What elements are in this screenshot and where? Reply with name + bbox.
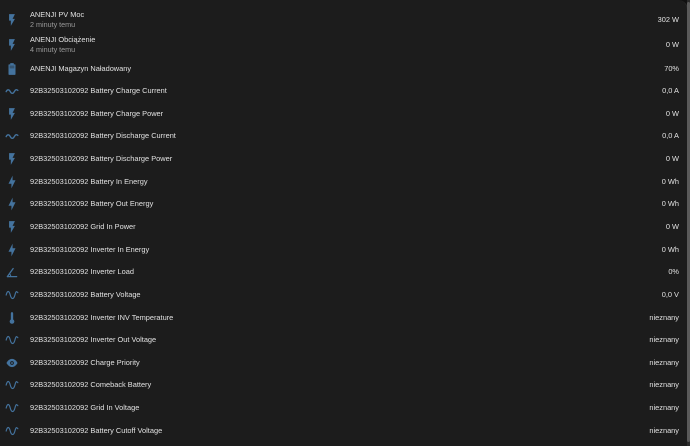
entity-name: 92B32503102092 Grid In Voltage (30, 403, 140, 412)
entity-row[interactable]: 92B32503102092 Inverter INV Temperature … (0, 307, 687, 329)
angle-acute-icon (5, 265, 19, 279)
sine-wave-icon (5, 401, 19, 415)
entity-state: 0,0 A (662, 86, 679, 95)
flash-icon (5, 13, 19, 27)
entity-row[interactable]: 92B32503102092 Grid In Power 0 W (0, 216, 687, 238)
entity-info: 92B32503102092 Inverter In Energy (30, 245, 149, 255)
entity-state: 302 W (657, 15, 679, 24)
entity-state: nieznany (649, 403, 679, 412)
entity-row[interactable]: 92B32503102092 Battery Out Energy 0 Wh (0, 193, 687, 215)
entity-name: 92B32503102092 Battery Voltage (30, 290, 141, 299)
entity-state: 0 W (665, 40, 679, 49)
entity-last-changed: 2 minuty temu (30, 20, 76, 29)
entity-name: 92B32503102092 Inverter In Energy (30, 245, 150, 254)
entity-info: 92B32503102092 Battery In Energy (30, 177, 148, 187)
sine-wave-icon (5, 378, 19, 392)
flash-icon (5, 220, 19, 234)
entity-row[interactable]: 92B32503102092 Battery Charge Power 0 W (0, 103, 687, 125)
entity-row[interactable]: 92B32503102092 Charge Priority nieznany (0, 352, 687, 374)
entity-name: 92B32503102092 Battery Cutoff Voltage (30, 426, 163, 435)
entity-name: 92B32503102092 Comeback Battery (30, 380, 152, 389)
current-ac-icon (5, 84, 19, 98)
entity-info: ANENJI Magazyn Naładowany (30, 64, 131, 74)
entity-row[interactable]: 92B32503102092 Comeback Battery nieznany (0, 374, 687, 396)
entity-row[interactable]: 92B32503102092 Battery Cutoff Voltage ni… (0, 420, 687, 442)
entity-info: 92B32503102092 Battery Cutoff Voltage (30, 426, 162, 436)
sine-wave-icon (5, 333, 19, 347)
entity-row[interactable]: 92B32503102092 Battery Discharge Power 0… (0, 148, 687, 170)
entity-info: 92B32503102092 Inverter Load (30, 267, 134, 277)
entity-name: 92B32503102092 Battery Out Energy (30, 199, 154, 208)
entities-card: ANENJI PV Moc 2 minuty temu 302 W ANENJI… (0, 0, 688, 446)
entity-info: ANENJI Obciążenie 4 minuty temu (30, 35, 95, 55)
entity-name: 92B32503102092 Battery Discharge Power (30, 154, 173, 163)
entity-row[interactable]: ANENJI PV Moc 2 minuty temu 302 W (0, 8, 687, 32)
lightning-bolt-icon (5, 197, 19, 211)
lightning-bolt-icon (5, 175, 19, 189)
entity-info: 92B32503102092 Charge Priority (30, 358, 140, 368)
entity-name: ANENJI Obciążenie (30, 35, 96, 44)
thermometer-icon (5, 311, 19, 325)
entity-row[interactable]: 92B32503102092 Grid In Voltage nieznany (0, 397, 687, 419)
entity-state: 0,0 V (661, 290, 679, 299)
entity-info: ANENJI PV Moc 2 minuty temu (30, 10, 84, 30)
entity-state: nieznany (649, 313, 679, 322)
entity-row[interactable]: 92B32503102092 Battery In Energy 0 Wh (0, 171, 687, 193)
entity-row[interactable]: ANENJI Magazyn Naładowany 70% (0, 58, 687, 80)
entity-state: 0 W (665, 109, 679, 118)
entity-name: ANENJI PV Moc (30, 10, 85, 19)
entity-name: 92B32503102092 Battery Charge Power (30, 109, 164, 118)
entity-info: 92B32503102092 Battery Charge Current (30, 86, 167, 96)
entity-info: 92B32503102092 Grid In Voltage (30, 403, 139, 413)
entity-state: 0 W (665, 222, 679, 231)
entity-state: nieznany (649, 426, 679, 435)
entity-name: 92B32503102092 Inverter Out Voltage (30, 335, 157, 344)
entity-state: 0 Wh (661, 177, 679, 186)
eye-icon (5, 356, 19, 370)
battery-icon (5, 62, 19, 76)
entity-row[interactable]: 92B32503102092 Battery Discharge Current… (0, 125, 687, 147)
entity-name: 92B32503102092 Battery Discharge Current (30, 131, 176, 140)
entity-name: 92B32503102092 Charge Priority (30, 358, 140, 367)
lightning-bolt-icon (5, 243, 19, 257)
entity-row[interactable]: ANENJI Obciążenie 4 minuty temu 0 W (0, 33, 687, 57)
entity-state: 70% (664, 64, 679, 73)
entity-name: 92B32503102092 Inverter Load (30, 267, 134, 276)
entity-last-changed: 4 minuty temu (30, 45, 76, 54)
entity-row[interactable]: 92B32503102092 Battery Charge Current 0,… (0, 80, 687, 102)
entity-info: 92B32503102092 Battery Charge Power (30, 109, 163, 119)
entity-row[interactable]: 92B32503102092 Inverter Out Voltage niez… (0, 329, 687, 351)
entity-info: 92B32503102092 Battery Out Energy (30, 199, 153, 209)
entity-info: 92B32503102092 Inverter Out Voltage (30, 335, 156, 345)
entity-name: ANENJI Magazyn Naładowany (30, 64, 132, 73)
sine-wave-icon (5, 288, 19, 302)
entity-name: 92B32503102092 Battery Charge Current (30, 86, 167, 95)
entity-name: 92B32503102092 Inverter INV Temperature (30, 313, 174, 322)
entity-info: 92B32503102092 Battery Discharge Current (30, 131, 176, 141)
entity-row[interactable]: 92B32503102092 Inverter Load 0% (0, 261, 687, 283)
entity-state: nieznany (649, 380, 679, 389)
entity-name: 92B32503102092 Battery In Energy (30, 177, 148, 186)
entity-info: 92B32503102092 Battery Discharge Power (30, 154, 172, 164)
entity-state: 0 Wh (661, 245, 679, 254)
flash-icon (5, 107, 19, 121)
entity-info: 92B32503102092 Comeback Battery (30, 380, 151, 390)
entity-state: nieznany (649, 358, 679, 367)
entity-state: 0 Wh (661, 199, 679, 208)
entity-info: 92B32503102092 Battery Voltage (30, 290, 141, 300)
entity-row[interactable]: 92B32503102092 Battery Voltage 0,0 V (0, 284, 687, 306)
entity-info: 92B32503102092 Grid In Power (30, 222, 136, 232)
entity-state: 0,0 A (662, 131, 679, 140)
flash-icon (5, 152, 19, 166)
entity-state: nieznany (649, 335, 679, 344)
flash-icon (5, 38, 19, 52)
entity-name: 92B32503102092 Grid In Power (30, 222, 136, 231)
current-ac-icon (5, 129, 19, 143)
entity-state: 0% (668, 267, 679, 276)
entity-state: 0 W (665, 154, 679, 163)
entity-row[interactable]: 92B32503102092 Inverter In Energy 0 Wh (0, 239, 687, 261)
entity-info: 92B32503102092 Inverter INV Temperature (30, 313, 173, 323)
sine-wave-icon (5, 424, 19, 438)
